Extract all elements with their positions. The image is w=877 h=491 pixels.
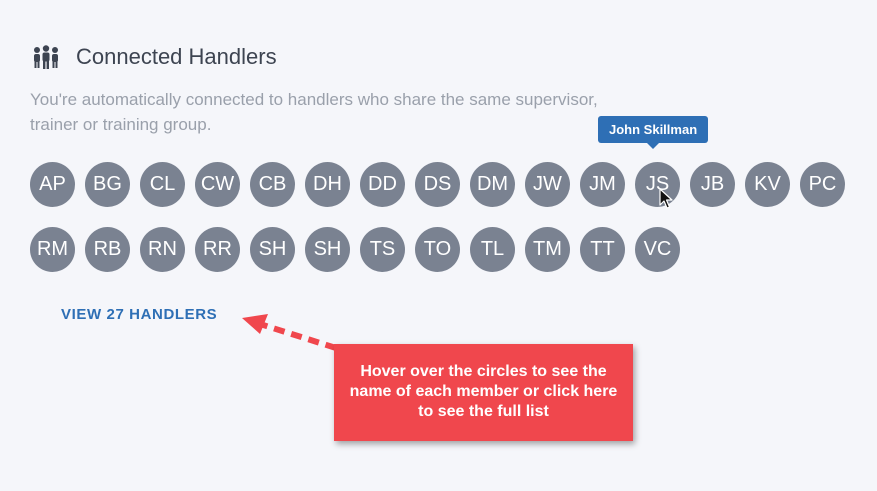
- people-group-icon: [34, 45, 58, 69]
- handler-avatar[interactable]: KV: [745, 162, 790, 207]
- handler-avatar[interactable]: RM: [30, 227, 75, 272]
- handler-avatar-hovered[interactable]: JS: [635, 162, 680, 207]
- handler-avatar[interactable]: CB: [250, 162, 295, 207]
- view-all-handlers-link[interactable]: VIEW 27 HANDLERS: [61, 306, 217, 323]
- handler-avatar[interactable]: JM: [580, 162, 625, 207]
- section-description: You're automatically connected to handle…: [30, 90, 598, 134]
- section-header: Connected Handlers: [32, 44, 277, 70]
- handler-avatar[interactable]: DD: [360, 162, 405, 207]
- handler-avatar[interactable]: TL: [470, 227, 515, 272]
- instruction-callout: Hover over the circles to see the name o…: [334, 344, 633, 441]
- handler-avatar[interactable]: CW: [195, 162, 240, 207]
- handler-avatar[interactable]: SH: [250, 227, 295, 272]
- handler-avatar[interactable]: JB: [690, 162, 735, 207]
- handler-avatar[interactable]: JW: [525, 162, 570, 207]
- handler-avatar[interactable]: VC: [635, 227, 680, 272]
- handler-avatar[interactable]: DM: [470, 162, 515, 207]
- handler-avatar[interactable]: AP: [30, 162, 75, 207]
- avatar-row: AP BG CL CW CB DH DD DS DM JW JM JS JB K…: [30, 162, 860, 207]
- handler-avatar[interactable]: TO: [415, 227, 460, 272]
- handler-avatar[interactable]: DS: [415, 162, 460, 207]
- handler-avatar[interactable]: TM: [525, 227, 570, 272]
- handler-avatar[interactable]: CL: [140, 162, 185, 207]
- handler-avatar[interactable]: RB: [85, 227, 130, 272]
- handler-avatar[interactable]: RN: [140, 227, 185, 272]
- handler-avatar[interactable]: DH: [305, 162, 350, 207]
- handler-avatar[interactable]: RR: [195, 227, 240, 272]
- avatar-row: RM RB RN RR SH SH TS TO TL TM TT VC: [30, 227, 860, 272]
- handler-avatar-grid: AP BG CL CW CB DH DD DS DM JW JM JS JB K…: [30, 162, 860, 292]
- section-title: Connected Handlers: [76, 44, 277, 69]
- handler-avatar[interactable]: TT: [580, 227, 625, 272]
- handler-avatar[interactable]: SH: [305, 227, 350, 272]
- mouse-cursor-icon: [659, 188, 673, 209]
- handler-avatar[interactable]: PC: [800, 162, 845, 207]
- handler-name-tooltip: John Skillman: [598, 116, 709, 149]
- handler-avatar[interactable]: TS: [360, 227, 405, 272]
- handler-avatar[interactable]: BG: [85, 162, 130, 207]
